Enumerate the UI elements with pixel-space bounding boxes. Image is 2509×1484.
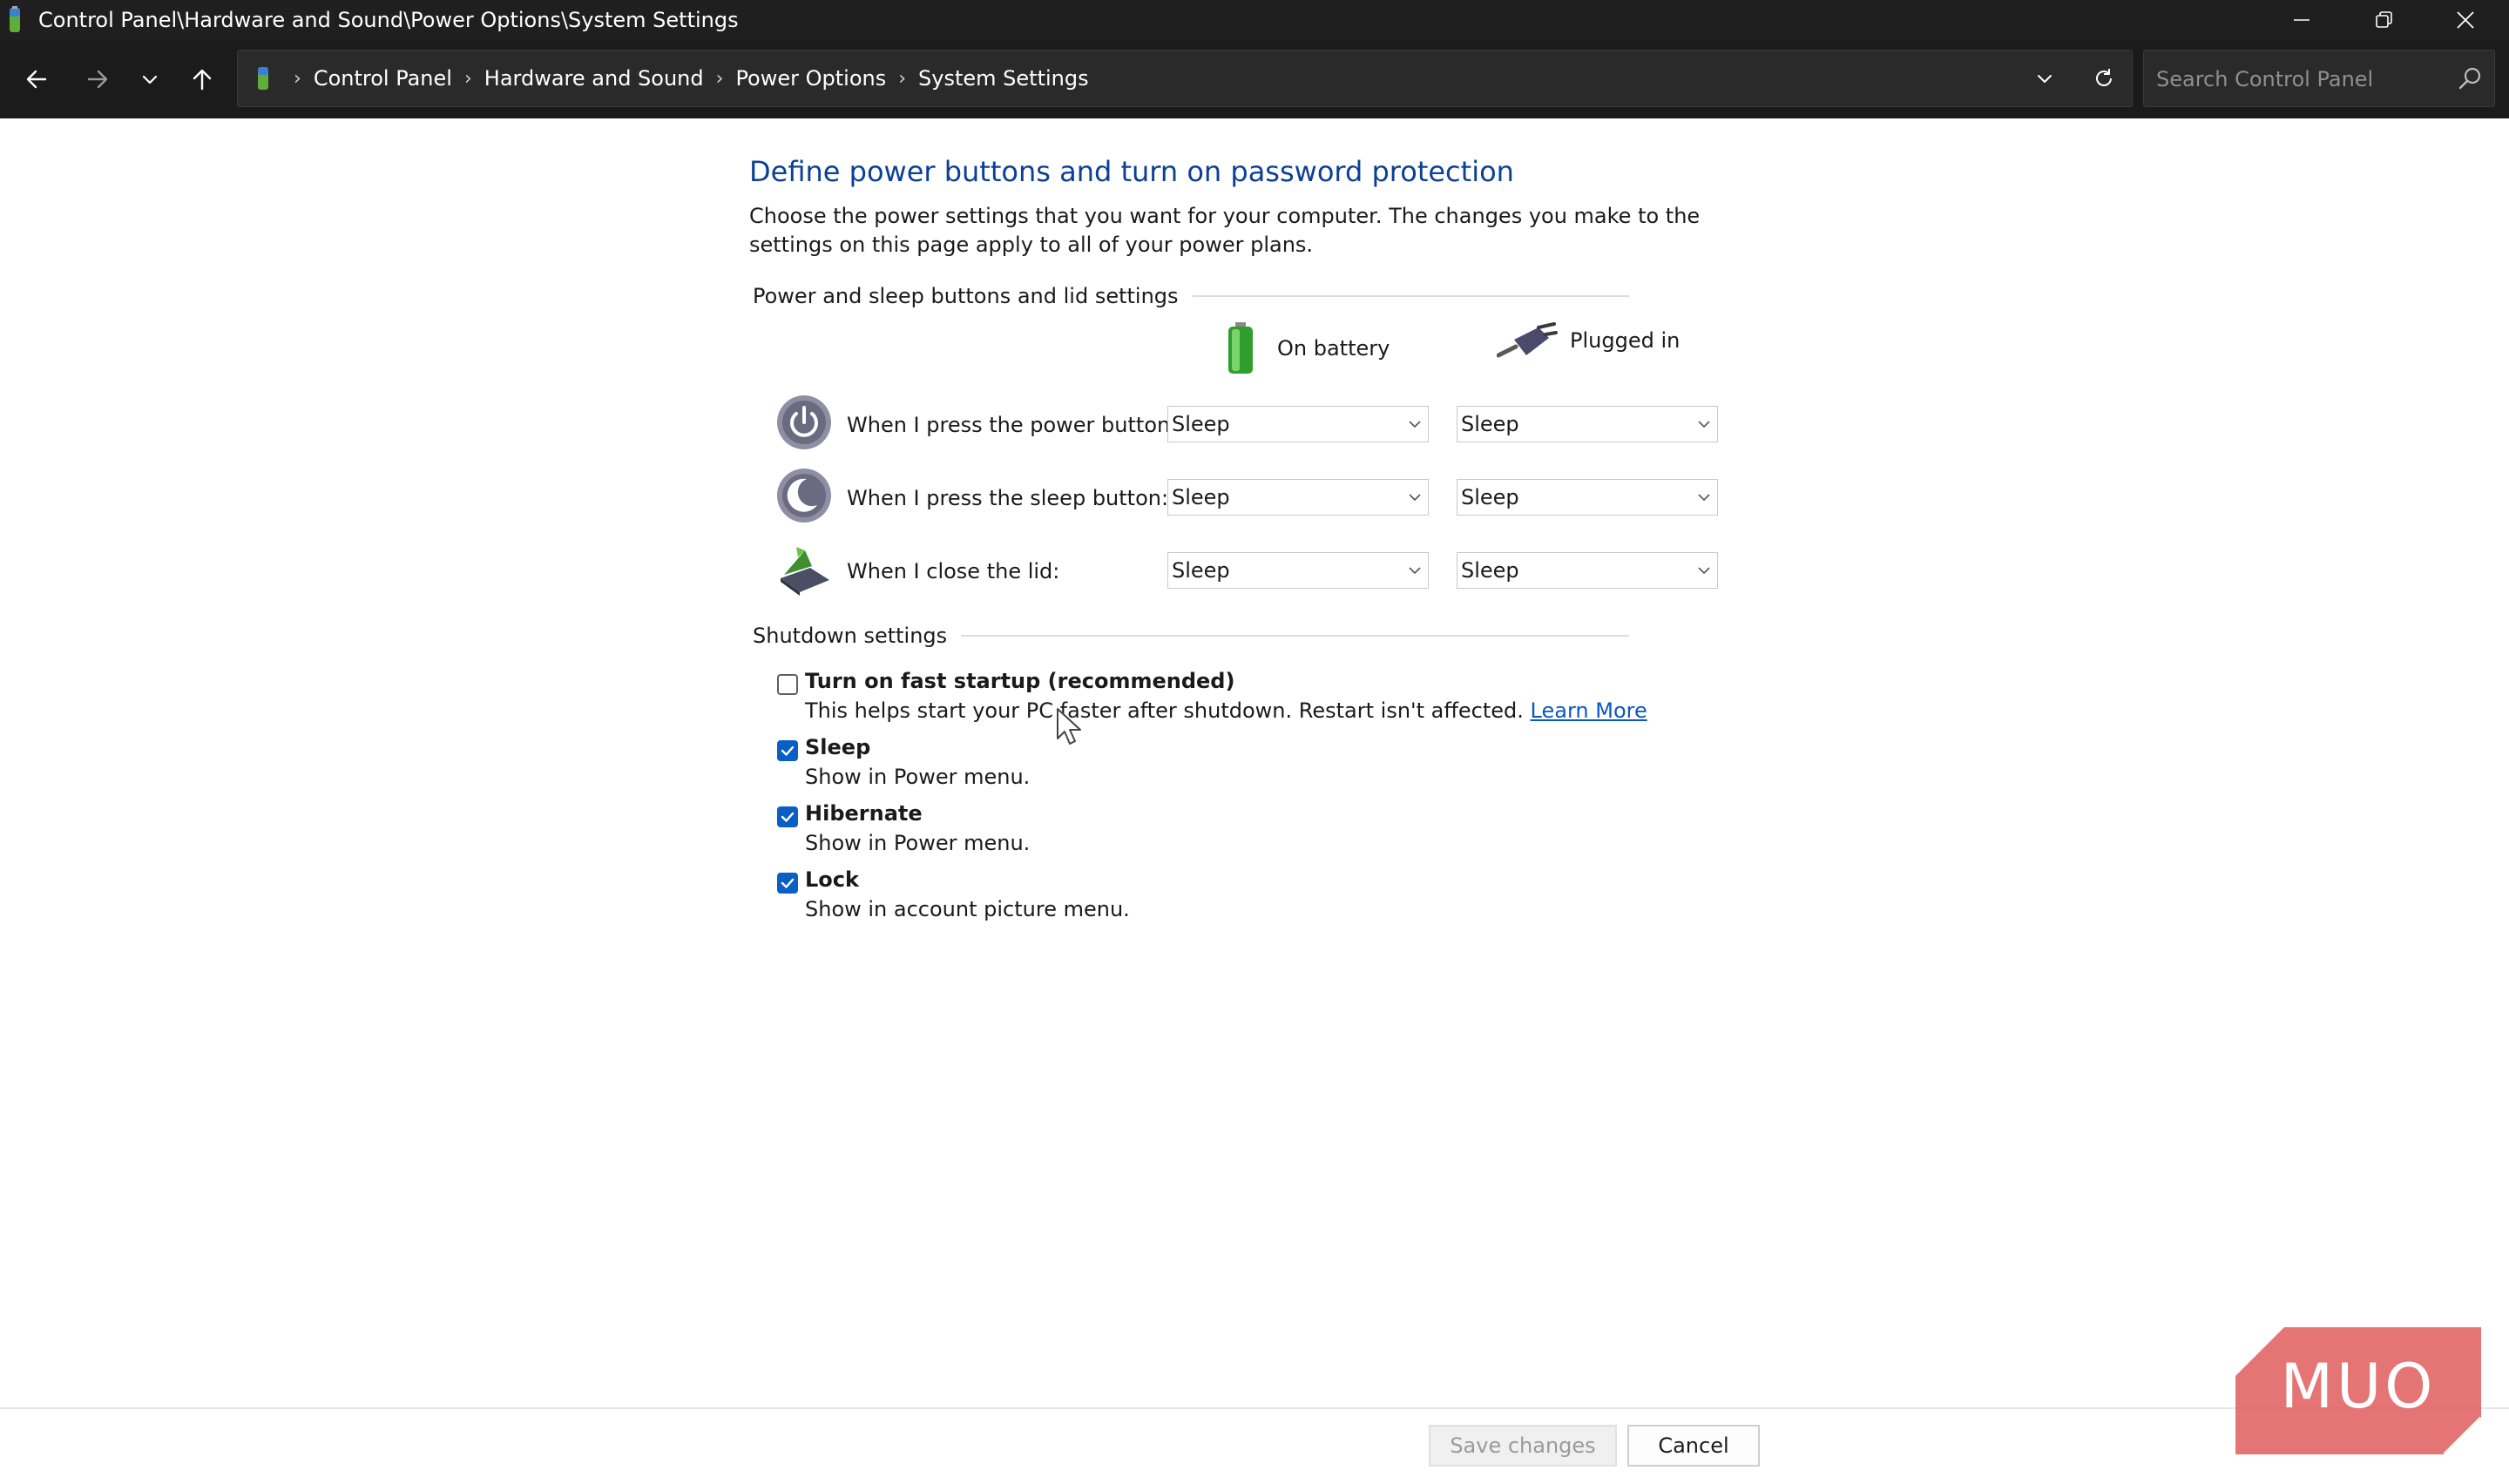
navigation-bar: › Control Panel › Hardware and Sound › P… xyxy=(0,40,2509,118)
select-value: Sleep xyxy=(1172,412,1230,436)
sleep-checkbox[interactable] xyxy=(777,740,798,761)
refresh-icon xyxy=(2096,69,2112,86)
select-value: Sleep xyxy=(1172,558,1230,583)
power-button-plugged-select[interactable]: Sleep xyxy=(1457,406,1718,442)
arrow-up-icon xyxy=(193,69,212,91)
arrow-right-icon xyxy=(87,70,108,89)
lock-option-description: Show in account picture menu. xyxy=(805,897,1130,921)
chevron-down-icon xyxy=(1409,567,1421,575)
back-button[interactable] xyxy=(17,62,56,97)
search-input[interactable] xyxy=(2144,51,2454,108)
sleep-button-battery-select[interactable]: Sleep xyxy=(1167,479,1429,516)
arrow-left-icon xyxy=(26,70,47,89)
close-button[interactable] xyxy=(2425,0,2506,40)
forward-button[interactable] xyxy=(78,62,117,97)
shutdown-section-title: Shutdown settings xyxy=(753,624,962,648)
breadcrumb-separator-icon: › xyxy=(898,67,907,90)
search-box[interactable] xyxy=(2143,50,2495,108)
select-value: Sleep xyxy=(1461,412,1519,436)
close-icon xyxy=(2457,11,2474,29)
chevron-down-icon xyxy=(142,75,158,84)
breadcrumb-separator-icon: › xyxy=(715,67,724,90)
laptop-lid-icon xyxy=(781,547,829,596)
breadcrumb-item-hardware-and-sound[interactable]: Hardware and Sound xyxy=(484,66,704,91)
search-icon[interactable] xyxy=(2456,64,2484,92)
chevron-down-icon xyxy=(1409,421,1421,428)
power-section-title: Power and sleep buttons and lid settings xyxy=(753,284,1193,308)
column-plugged-in: Plugged in xyxy=(1497,320,1680,361)
control-panel-icon xyxy=(10,6,20,32)
sleep-button-plugged-select[interactable]: Sleep xyxy=(1457,479,1718,516)
close-lid-plugged-select[interactable]: Sleep xyxy=(1457,552,1718,589)
refresh-button[interactable] xyxy=(2086,63,2121,94)
column-plugged-in-label: Plugged in xyxy=(1570,328,1681,353)
page-title: Define power buttons and turn on passwor… xyxy=(749,155,1514,188)
column-on-battery-label: On battery xyxy=(1277,336,1390,361)
checkmark-icon xyxy=(781,812,795,822)
mouse-cursor-icon xyxy=(1057,708,1081,745)
watermark-text: MUO xyxy=(2281,1351,2437,1422)
select-value: Sleep xyxy=(1172,485,1230,509)
breadcrumb-separator-icon: › xyxy=(294,67,301,90)
restore-icon xyxy=(2376,11,2392,28)
fast-startup-description-text: This helps start your PC faster after sh… xyxy=(805,698,1524,723)
footer-divider xyxy=(0,1407,2509,1409)
learn-more-link[interactable]: Learn More xyxy=(1531,698,1647,723)
close-lid-battery-select[interactable]: Sleep xyxy=(1167,552,1429,589)
restore-button[interactable] xyxy=(2343,0,2424,40)
chevron-down-icon xyxy=(1698,567,1710,575)
sleep-option-label[interactable]: Sleep xyxy=(805,735,870,759)
address-history-button[interactable] xyxy=(2027,63,2062,94)
breadcrumb-separator-icon: › xyxy=(463,67,472,90)
page-intro: Choose the power settings that you want … xyxy=(749,204,1701,257)
close-lid-label: When I close the lid: xyxy=(847,559,1060,583)
up-button[interactable] xyxy=(183,62,221,97)
hibernate-option-label[interactable]: Hibernate xyxy=(805,801,923,826)
breadcrumb: › Control Panel › Hardware and Sound › P… xyxy=(254,51,1089,106)
window-title: Control Panel\Hardware and Sound\Power O… xyxy=(38,8,739,32)
breadcrumb-item-system-settings[interactable]: System Settings xyxy=(918,66,1089,91)
minimize-icon xyxy=(2294,19,2309,21)
fast-startup-label[interactable]: Turn on fast startup (recommended) xyxy=(805,669,1234,693)
chevron-down-icon xyxy=(1698,494,1710,502)
sleep-option-description: Show in Power menu. xyxy=(805,765,1031,789)
sleep-button-label: When I press the sleep button: xyxy=(847,486,1169,510)
power-button-icon xyxy=(777,395,831,449)
address-bar[interactable]: › Control Panel › Hardware and Sound › P… xyxy=(237,50,2133,107)
power-plug-icon xyxy=(1497,322,1558,358)
checkmark-icon xyxy=(781,745,795,756)
column-on-battery: On battery xyxy=(1223,320,1390,376)
fast-startup-description: This helps start your PC faster after sh… xyxy=(805,698,1647,723)
battery-icon xyxy=(1228,322,1253,374)
power-button-battery-select[interactable]: Sleep xyxy=(1167,406,1429,442)
recent-locations-button[interactable] xyxy=(131,62,169,97)
lock-checkbox[interactable] xyxy=(777,873,798,894)
cancel-button[interactable]: Cancel xyxy=(1627,1425,1760,1467)
hibernate-option-description: Show in Power menu. xyxy=(805,831,1031,855)
title-bar: Control Panel\Hardware and Sound\Power O… xyxy=(0,0,2509,40)
section-divider xyxy=(958,635,1629,637)
hibernate-checkbox[interactable] xyxy=(777,806,798,827)
lock-option-label[interactable]: Lock xyxy=(805,867,859,892)
breadcrumb-item-power-options[interactable]: Power Options xyxy=(735,66,886,91)
control-panel-icon xyxy=(258,67,268,90)
chevron-down-icon xyxy=(1409,494,1421,502)
minimize-button[interactable] xyxy=(2262,0,2342,40)
muo-watermark-logo: MUO xyxy=(2235,1327,2481,1456)
power-button-label: When I press the power button: xyxy=(847,413,1178,437)
select-value: Sleep xyxy=(1461,485,1519,509)
checkmark-icon xyxy=(781,878,795,888)
breadcrumb-item-control-panel[interactable]: Control Panel xyxy=(314,66,452,91)
select-value: Sleep xyxy=(1461,558,1519,583)
save-changes-button[interactable]: Save changes xyxy=(1429,1425,1617,1467)
chevron-down-icon xyxy=(1698,421,1710,428)
section-divider xyxy=(1141,295,1629,297)
chevron-down-icon xyxy=(2038,75,2052,83)
sleep-button-icon xyxy=(777,469,831,523)
fast-startup-checkbox[interactable] xyxy=(777,674,798,695)
